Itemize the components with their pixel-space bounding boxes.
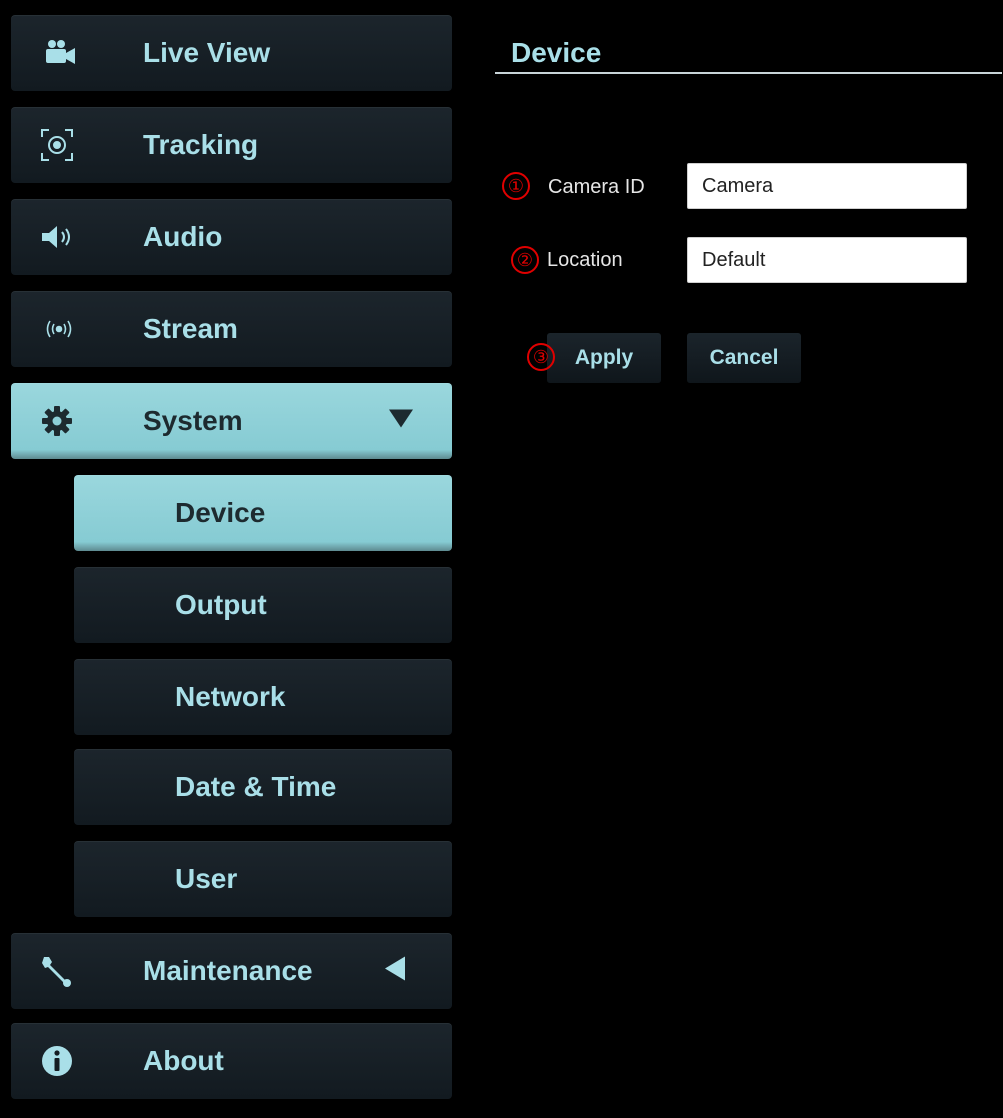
sidebar-subitem-user[interactable]: User <box>74 841 452 917</box>
page-title: Device <box>511 37 602 68</box>
apply-button-label: Apply <box>574 346 634 369</box>
title-divider <box>495 72 1002 74</box>
app-frame: Live View Tracking Audio Stream System D… <box>0 0 1003 1118</box>
sidebar-subitem-label: User <box>175 863 238 894</box>
sidebar-item-maintenance[interactable]: Maintenance <box>11 933 452 1009</box>
sidebar-subitem-label: Device <box>175 497 266 528</box>
sidebar-item-tracking[interactable]: Tracking <box>11 107 452 183</box>
camera-id-label: Camera ID <box>548 176 645 198</box>
speaker-icon <box>39 219 83 255</box>
sidebar-item-live-view[interactable]: Live View <box>11 15 452 91</box>
sidebar-item-label: Maintenance <box>143 955 313 986</box>
sidebar-item-system[interactable]: System <box>11 383 452 459</box>
sidebar-item-label: Tracking <box>143 129 259 160</box>
sidebar-item-about[interactable]: About <box>11 1023 452 1099</box>
sidebar-item-stream[interactable]: Stream <box>11 291 452 367</box>
camera-id-field[interactable] <box>687 163 967 209</box>
gear-icon <box>39 403 83 439</box>
apply-button[interactable]: Apply <box>547 333 661 383</box>
video-camera-icon <box>39 35 83 71</box>
info-icon <box>39 1043 83 1079</box>
sidebar-subitem-output[interactable]: Output <box>74 567 452 643</box>
sidebar-subitem-label: Date & Time <box>175 771 337 802</box>
main-panel: Device ① Camera ID ② Location Apply ③ Ca… <box>461 1 1002 1117</box>
sidebar-subitem-label: Output <box>175 589 267 620</box>
marker-3: ③ <box>527 343 555 371</box>
sidebar-item-audio[interactable]: Audio <box>11 199 452 275</box>
sidebar-subitem-device[interactable]: Device <box>74 475 452 551</box>
marker-2: ② <box>511 246 539 274</box>
location-label: Location <box>547 249 623 271</box>
wrench-icon <box>39 953 83 989</box>
location-field[interactable] <box>687 237 967 283</box>
sidebar-item-label: Audio <box>143 221 223 252</box>
chevron-left-icon <box>384 956 406 987</box>
sidebar: Live View Tracking Audio Stream System D… <box>1 1 461 1117</box>
sidebar-item-label: System <box>143 405 243 436</box>
sidebar-item-label: About <box>143 1045 224 1076</box>
sidebar-item-label: Live View <box>143 37 271 68</box>
chevron-down-icon <box>388 409 414 434</box>
cancel-button-label: Cancel <box>709 346 779 369</box>
sidebar-subitem-date-time[interactable]: Date & Time <box>74 749 452 825</box>
sidebar-subitem-network[interactable]: Network <box>74 659 452 735</box>
sidebar-subitem-label: Network <box>175 681 286 712</box>
cancel-button[interactable]: Cancel <box>687 333 801 383</box>
tracking-target-icon <box>39 127 83 163</box>
marker-1: ① <box>502 172 530 200</box>
broadcast-icon <box>39 311 83 347</box>
sidebar-item-label: Stream <box>143 313 238 344</box>
